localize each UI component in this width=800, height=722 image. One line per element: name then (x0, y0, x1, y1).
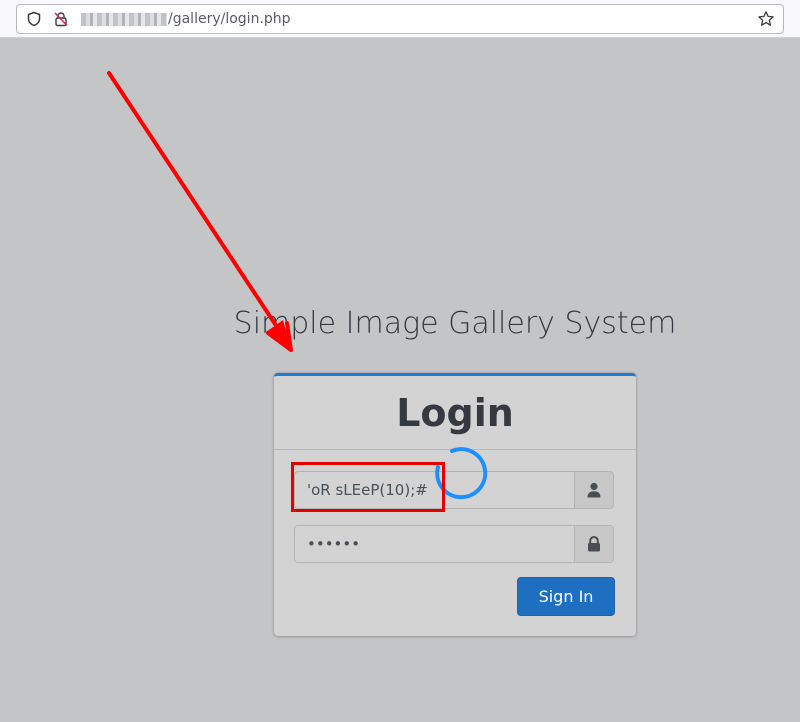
user-icon (587, 482, 601, 498)
password-addon (574, 525, 614, 563)
insecure-lock-icon[interactable] (53, 11, 69, 27)
page-title: Simple Image Gallery System (233, 306, 677, 341)
password-field[interactable] (294, 525, 574, 563)
lock-icon (588, 536, 600, 552)
password-group (294, 525, 614, 563)
shield-icon[interactable] (26, 11, 42, 27)
redacted-host (81, 13, 167, 26)
bookmark-star-icon[interactable] (757, 10, 775, 28)
sign-in-button[interactable]: Sign In (517, 577, 615, 616)
annotation-highlight-box (291, 462, 445, 512)
url-path[interactable]: /gallery/login.php (168, 11, 291, 27)
address-bar[interactable]: /gallery/login.php (16, 4, 784, 34)
browser-toolbar: /gallery/login.php (0, 0, 800, 38)
login-heading: Login (396, 391, 514, 435)
username-addon (574, 471, 614, 509)
card-header: Login (274, 376, 636, 450)
